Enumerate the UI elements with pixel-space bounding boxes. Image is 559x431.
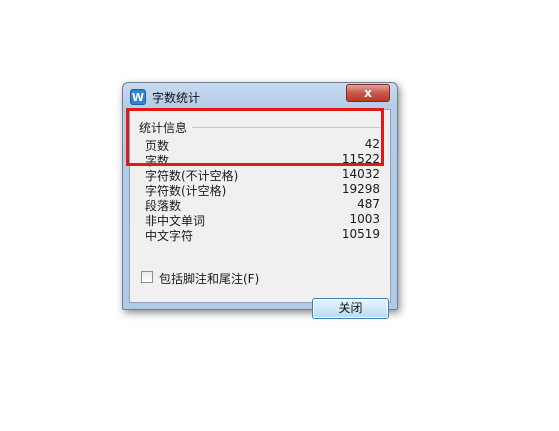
stat-value: 10519 [341, 227, 380, 241]
include-footnotes-checkbox[interactable] [141, 271, 153, 283]
stat-row-words: 字数 11522 [145, 152, 380, 168]
word-count-dialog: W 字数统计 x 统计信息 页数 42 字数 11522 字符数(不计空格) 1… [122, 82, 398, 319]
include-footnotes-label[interactable]: 包括脚注和尾注(F) [159, 270, 259, 287]
dialog-body: 统计信息 页数 42 字数 11522 字符数(不计空格) 14032 字符数(… [129, 109, 391, 319]
stat-row-pages: 页数 42 [145, 137, 380, 153]
stat-value: 42 [364, 137, 380, 151]
stat-value: 14032 [341, 167, 380, 181]
stat-value: 11522 [341, 152, 380, 166]
stat-label: 中文字符 [145, 229, 194, 243]
window-close-button[interactable]: x [346, 84, 390, 102]
stat-value: 487 [357, 197, 380, 211]
stat-row-non-chinese-words: 非中文单词 1003 [145, 212, 380, 228]
stat-row-paragraphs: 段落数 487 [145, 197, 380, 213]
close-icon: x [364, 86, 372, 100]
close-button[interactable]: 关闭 [312, 298, 389, 319]
group-divider [192, 127, 380, 128]
stat-row-chinese-chars: 中文字符 10519 [145, 227, 380, 243]
window-title: 字数统计 [152, 91, 201, 105]
stat-row-chars-with-spaces: 字符数(计空格) 19298 [145, 182, 380, 198]
stat-row-chars-no-spaces: 字符数(不计空格) 14032 [145, 167, 380, 183]
wps-writer-icon: W [130, 89, 146, 105]
statistics-group-label: 统计信息 [139, 121, 188, 135]
stat-value: 19298 [341, 182, 380, 196]
stat-value: 1003 [349, 212, 380, 226]
title-bar[interactable]: W 字数统计 x [123, 83, 397, 109]
